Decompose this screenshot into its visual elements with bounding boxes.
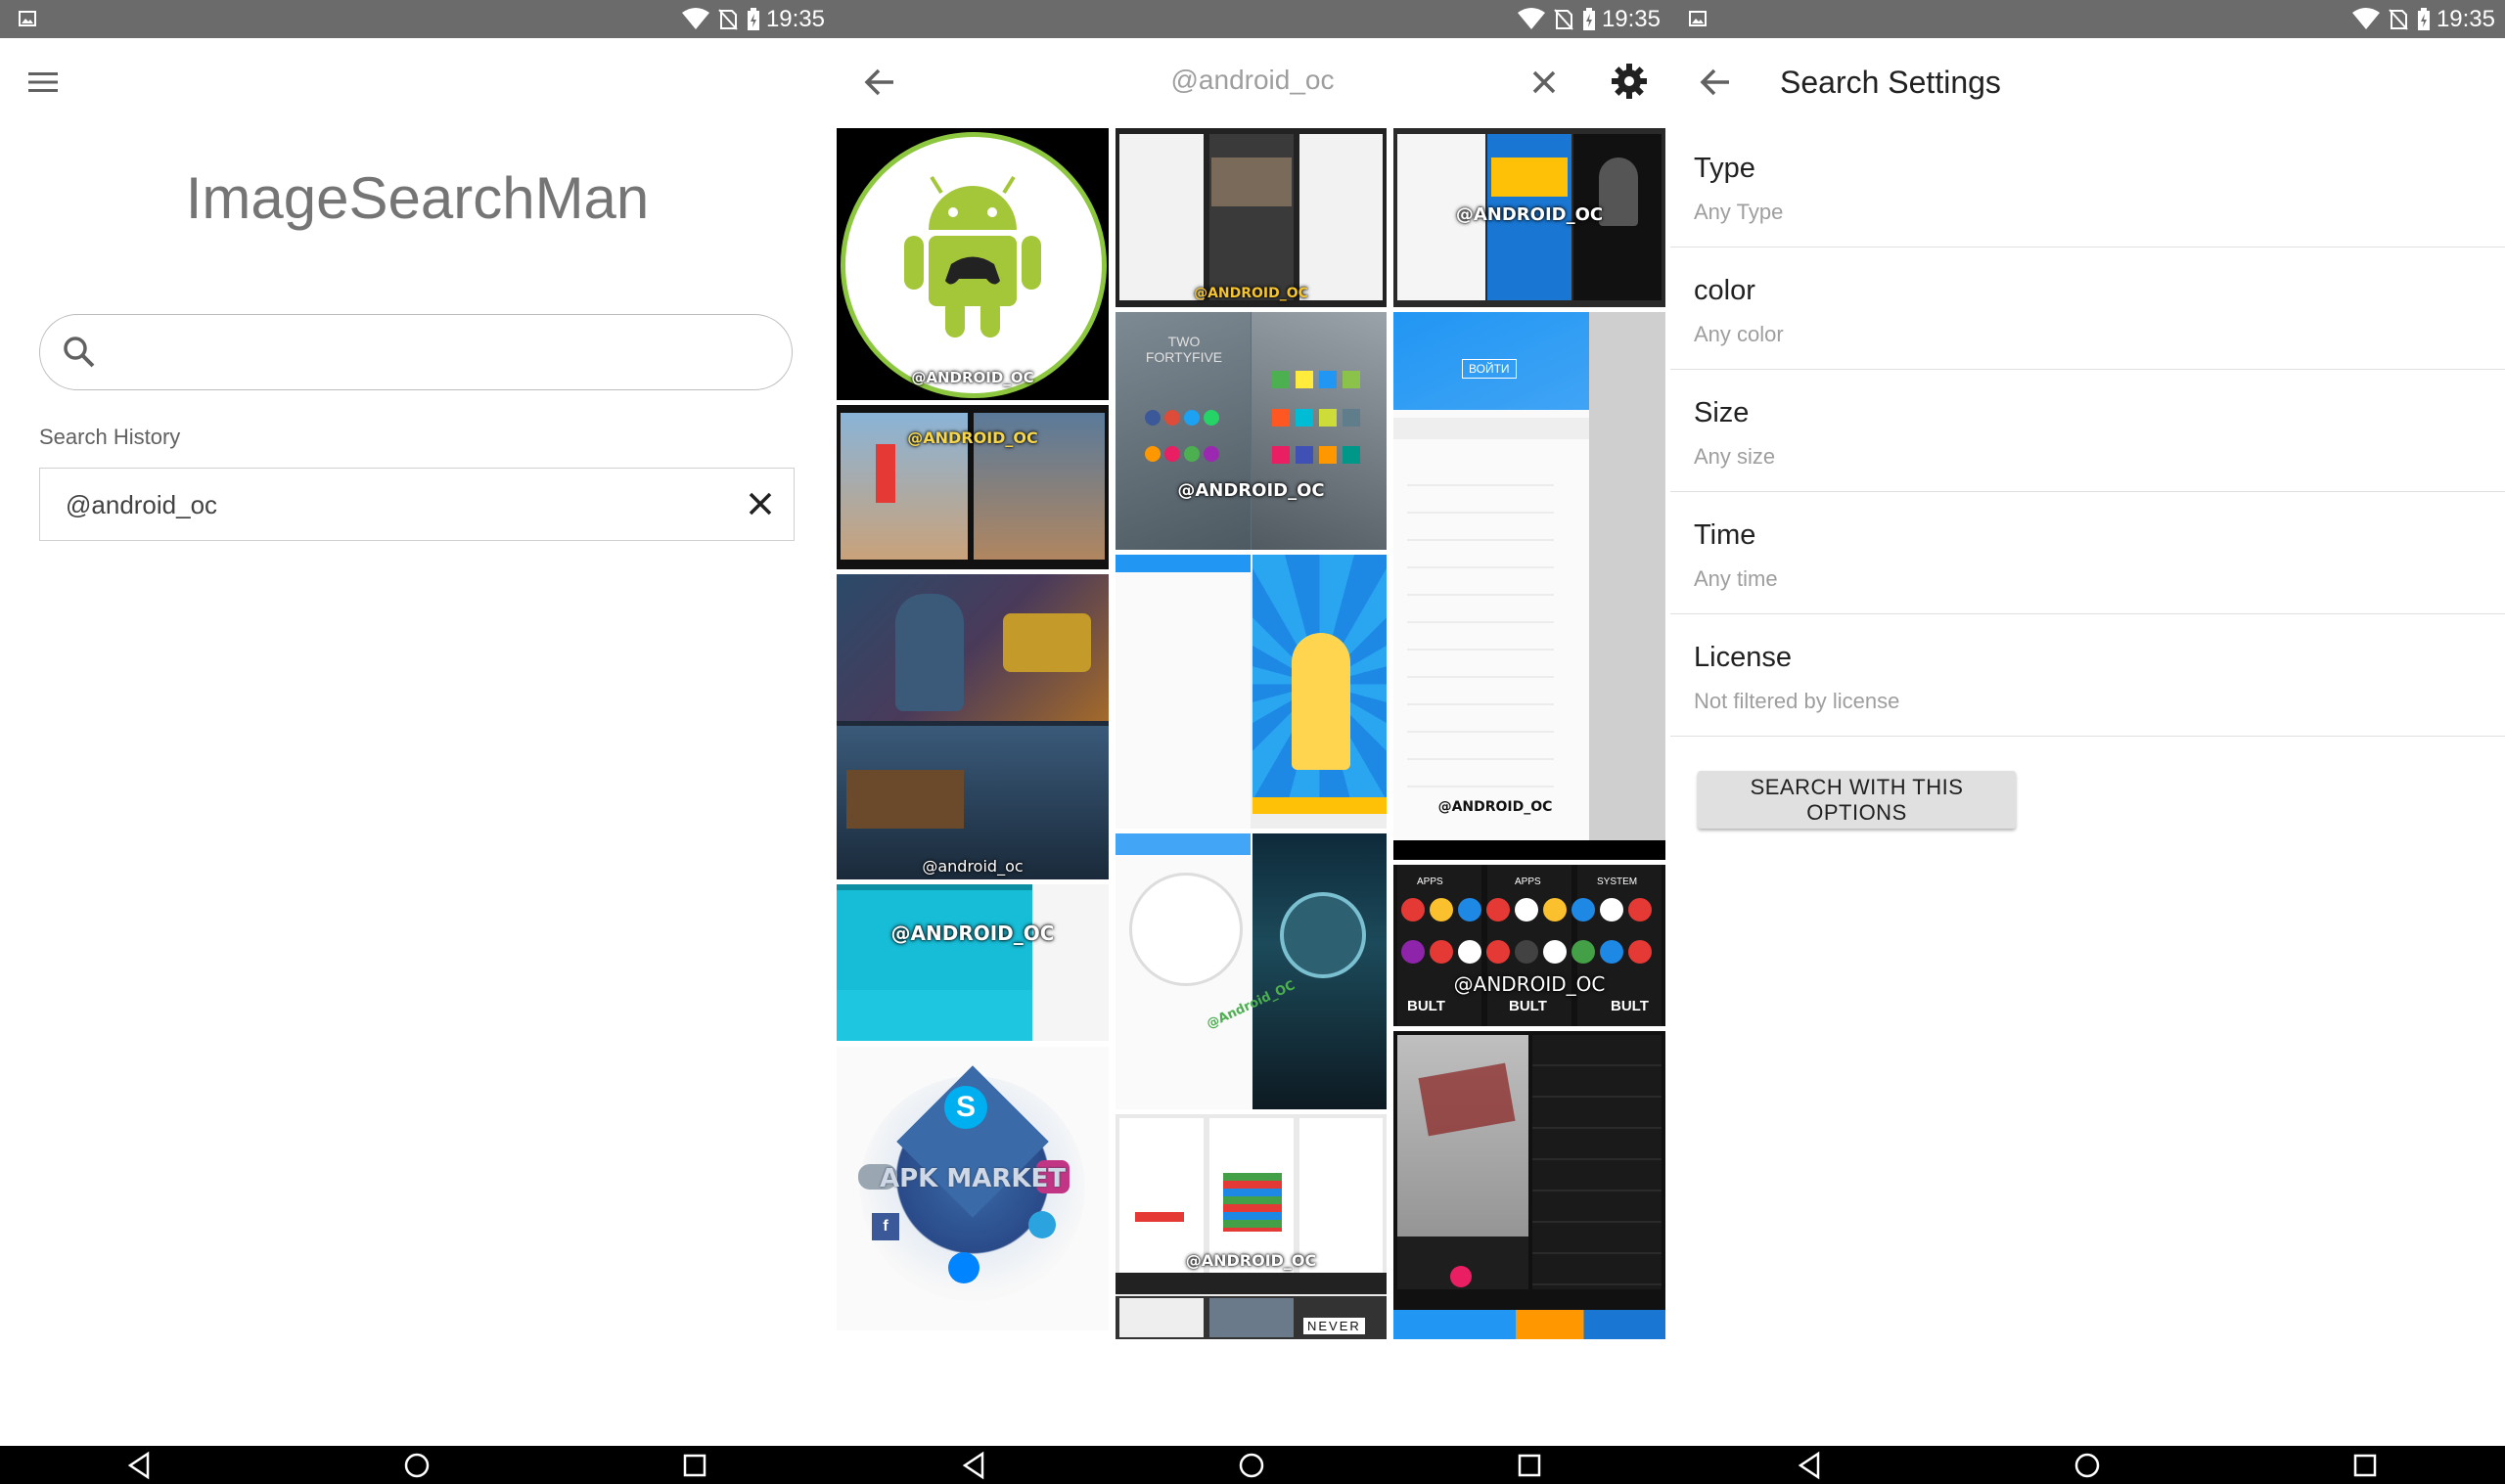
home-nav-icon[interactable] <box>402 1451 432 1480</box>
history-item-label: @android_oc <box>66 490 218 519</box>
setting-type[interactable]: Type Any Type <box>1670 125 2505 247</box>
setting-value: Any size <box>1694 444 1776 469</box>
home-nav-icon[interactable] <box>1237 1451 1266 1480</box>
setting-name: Time <box>1694 519 1756 551</box>
image-result[interactable]: @Android_OC <box>1116 833 1387 1109</box>
back-nav-icon[interactable] <box>959 1451 988 1480</box>
setting-name: License <box>1694 642 1792 673</box>
nav-bar <box>835 1446 1670 1484</box>
nav-bar <box>1670 1446 2505 1484</box>
setting-name: Size <box>1694 397 1750 428</box>
setting-size[interactable]: Size Any size <box>1670 370 2505 492</box>
setting-name: Type <box>1694 153 1755 184</box>
setting-time[interactable]: Time Any time <box>1670 492 2505 614</box>
back-nav-icon[interactable] <box>124 1451 154 1480</box>
no-sim-icon <box>1554 8 1573 30</box>
watermark: @ANDROID_OC <box>1437 799 1553 815</box>
twofortyfive-text: TWO FORTYFIVE <box>1145 334 1223 365</box>
bult-label: BULT <box>1509 998 1547 1014</box>
watermark: @ANDROID_OC <box>907 428 1038 447</box>
close-icon[interactable] <box>743 486 778 521</box>
image-result[interactable]: @ANDROID_OC <box>837 405 1109 569</box>
search-history-label: Search History <box>39 425 181 449</box>
menu-icon[interactable] <box>25 65 61 100</box>
nav-bar <box>0 1446 835 1484</box>
home-nav-icon[interactable] <box>2072 1451 2102 1480</box>
watermark: APK MARKET <box>879 1164 1067 1193</box>
setting-name: color <box>1694 275 1755 306</box>
recents-nav-icon[interactable] <box>2350 1451 2380 1480</box>
image-result[interactable]: @ANDROID_OC <box>1393 128 1665 307</box>
watermark: NEVER <box>1303 1318 1365 1334</box>
no-sim-icon <box>718 8 738 30</box>
close-icon[interactable] <box>1525 63 1564 102</box>
setting-value: Any color <box>1694 322 1784 346</box>
image-notification-icon <box>1689 11 1707 26</box>
status-time: 19:35 <box>2436 5 2495 32</box>
bult-label: BULT <box>1611 998 1649 1014</box>
setting-license[interactable]: License Not filtered by license <box>1670 614 2505 737</box>
watermark: @ANDROID_OC <box>1455 204 1604 225</box>
voyti-button: ВОЙТИ <box>1462 359 1517 379</box>
wifi-icon <box>2351 7 2380 29</box>
setting-color[interactable]: color Any color <box>1670 247 2505 370</box>
image-result[interactable]: @ANDROID_OC NEVER <box>1116 1114 1387 1339</box>
status-bar: 19:35 <box>835 0 1670 38</box>
android-robot-icon <box>904 175 1041 337</box>
image-notification-icon <box>19 11 36 26</box>
apps-label: APPS <box>1515 877 1541 887</box>
image-result[interactable] <box>1116 555 1387 829</box>
back-nav-icon[interactable] <box>1795 1451 1824 1480</box>
back-arrow-icon[interactable] <box>1696 63 1735 102</box>
setting-value: Any time <box>1694 566 1778 591</box>
watermark: @android_oc <box>922 857 1024 876</box>
image-result[interactable]: TWO FORTYFIVE @ANDROID_OC <box>1116 312 1387 550</box>
image-result[interactable]: @ANDROID_OC <box>1116 128 1387 307</box>
recents-nav-icon[interactable] <box>1515 1451 1544 1480</box>
watermark: @ANDROID_OC <box>1194 286 1308 301</box>
history-item[interactable]: @android_oc <box>39 468 795 541</box>
setting-value: Any Type <box>1694 200 1784 224</box>
battery-charging-icon <box>2417 7 2430 30</box>
battery-charging-icon <box>1582 7 1595 30</box>
no-sim-icon <box>2389 8 2408 30</box>
recents-nav-icon[interactable] <box>680 1451 709 1480</box>
setting-value: Not filtered by license <box>1694 689 1900 713</box>
watermark: @ANDROID_OC <box>911 369 1034 386</box>
status-bar: 19:35 <box>1670 0 2505 38</box>
image-result[interactable] <box>1393 1031 1665 1339</box>
bult-label: BULT <box>1407 998 1445 1014</box>
search-icon[interactable] <box>61 334 98 371</box>
app-title: ImageSearchMan <box>185 165 650 231</box>
status-time: 19:35 <box>765 5 825 32</box>
battery-charging-icon <box>747 7 759 30</box>
status-bar: 19:35 <box>0 0 835 38</box>
image-result[interactable]: @ANDROID_OC <box>837 128 1109 400</box>
search-box[interactable] <box>39 314 793 390</box>
wifi-icon <box>681 7 709 29</box>
image-result[interactable]: @android_oc <box>837 574 1109 879</box>
settings-screen: 19:35 Search Settings Type Any Type colo… <box>1670 0 2505 1484</box>
image-result[interactable]: S f APK MARKET <box>837 1047 1109 1330</box>
watermark: @ANDROID_OC <box>1453 972 1606 996</box>
search-input[interactable] <box>111 329 762 378</box>
settings-title: Search Settings <box>1780 65 2001 100</box>
watermark: @ANDROID_OC <box>1185 1251 1317 1270</box>
search-with-options-button[interactable]: SEARCH WITH THIS OPTIONS <box>1698 771 2016 829</box>
image-result[interactable]: APPS APPS SYSTEM @ANDROID_OC BULT BULT B… <box>1393 865 1665 1026</box>
watermark: @ANDROID_OC <box>890 922 1055 945</box>
wifi-icon <box>1517 7 1545 29</box>
results-screen: 19:35 @android_oc @ANDROID_OC @ANDROID_O… <box>835 0 1670 1484</box>
image-result[interactable]: @ANDROID_OC <box>837 884 1109 1041</box>
home-screen: 19:35 ImageSearchMan Search History @and… <box>0 0 835 1484</box>
image-result[interactable]: ВОЙТИ @ANDROID_OC <box>1393 312 1665 860</box>
system-label: SYSTEM <box>1597 877 1638 887</box>
apps-label: APPS <box>1417 877 1443 887</box>
status-time: 19:35 <box>1601 5 1661 32</box>
watermark: @ANDROID_OC <box>1177 480 1325 501</box>
gear-icon[interactable] <box>1609 61 1650 102</box>
